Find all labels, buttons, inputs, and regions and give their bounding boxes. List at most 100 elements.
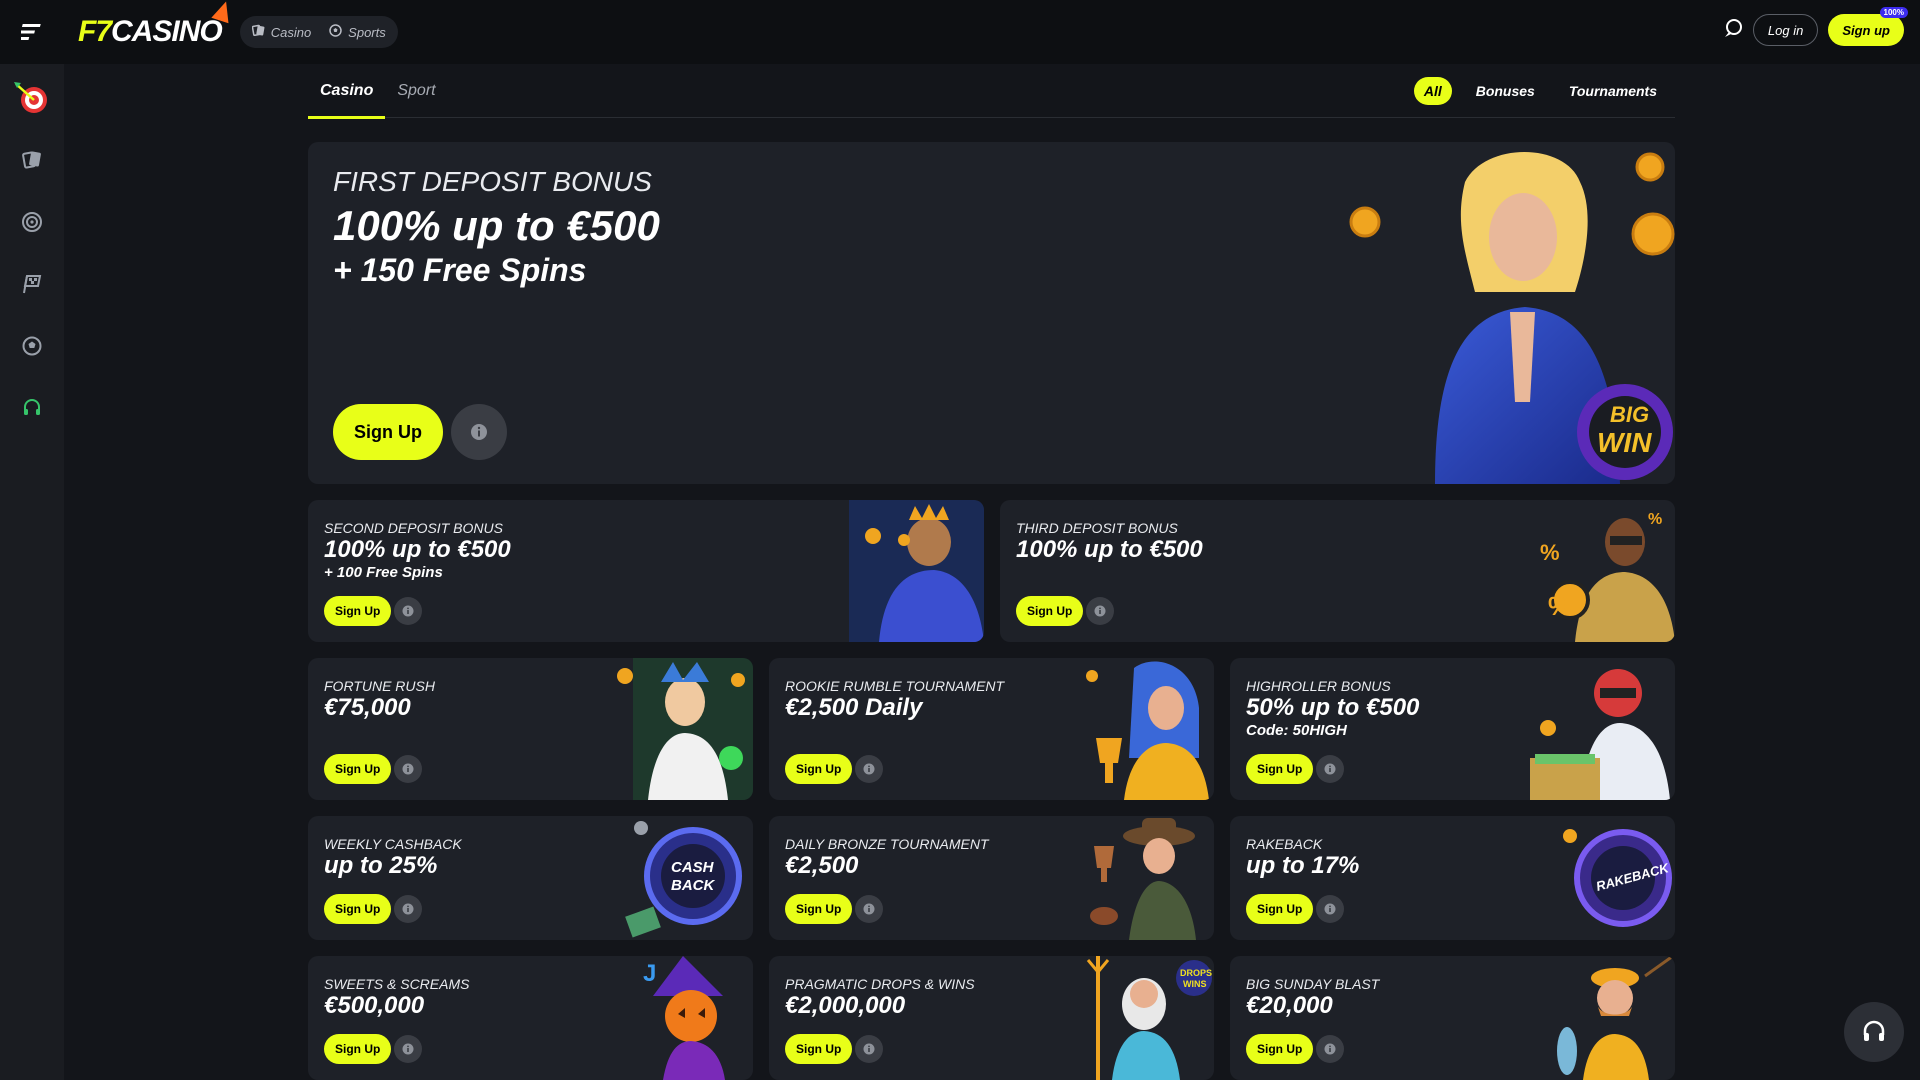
sidebar-item-support[interactable]	[12, 388, 52, 428]
tab-casino[interactable]: Casino	[308, 64, 386, 119]
info-icon	[863, 1043, 875, 1055]
info-icon	[402, 903, 414, 915]
racing-flag-icon	[23, 275, 42, 294]
card-value: €2,500 Daily	[785, 694, 923, 721]
svg-text:BIG: BIG	[1610, 402, 1649, 427]
card-info-button[interactable]	[394, 895, 422, 923]
sidebar-item-sports[interactable]	[12, 326, 52, 366]
sidebar	[0, 64, 64, 1080]
zeus-character-illustration: DROPS WINS	[1086, 956, 1212, 1080]
card-title: ROOKIE RUMBLE TOURNAMENT	[785, 678, 1005, 694]
card-signup-button[interactable]: Sign Up	[324, 1034, 392, 1064]
info-icon	[863, 763, 875, 775]
card-signup-button[interactable]: Sign Up	[1246, 754, 1314, 784]
svg-text:%: %	[1648, 511, 1662, 528]
card-info-button[interactable]	[1316, 1035, 1344, 1063]
promo-card-daily-bronze: DAILY BRONZE TOURNAMENT €2,500 Sign Up	[769, 816, 1214, 940]
logo-f7: F7	[78, 15, 112, 48]
sidebar-item-racing[interactable]	[12, 264, 52, 304]
filter-tournaments[interactable]: Tournaments	[1559, 77, 1667, 105]
card-value: €20,000	[1246, 992, 1333, 1019]
card-title: WEEKLY CASHBACK	[324, 836, 462, 852]
mode-sports[interactable]: Sports	[323, 19, 392, 45]
live-support-button[interactable]	[1844, 1002, 1904, 1062]
sidebar-item-live-casino[interactable]	[12, 202, 52, 242]
card-signup-button[interactable]: Sign Up	[1016, 596, 1084, 626]
filter-bonuses[interactable]: Bonuses	[1466, 77, 1545, 105]
card-signup-button[interactable]: Sign Up	[324, 596, 392, 626]
card-info-button[interactable]	[394, 597, 422, 625]
info-icon	[402, 605, 414, 617]
card-info-button[interactable]	[855, 755, 883, 783]
card-value: €500,000	[324, 992, 425, 1019]
card-info-button[interactable]	[1086, 597, 1114, 625]
svg-text:DROPS: DROPS	[1180, 968, 1212, 978]
dart-target-icon	[14, 82, 47, 113]
card-value: €75,000	[324, 694, 411, 721]
menu-icon[interactable]	[0, 0, 64, 64]
svg-text:WINS: WINS	[1183, 979, 1207, 989]
promo-filters: All Bonuses Tournaments	[1413, 77, 1667, 105]
svg-text:J: J	[643, 960, 656, 987]
mode-casino[interactable]: Casino	[246, 19, 317, 45]
sidebar-item-casino[interactable]	[12, 140, 52, 180]
card-info-button[interactable]	[1316, 895, 1344, 923]
mode-casino-label: Casino	[270, 24, 312, 40]
sidebar-item-promotions[interactable]	[12, 78, 52, 118]
card-signup-button[interactable]: Sign Up	[1246, 1034, 1314, 1064]
logo-casino: CASINO	[111, 0, 235, 49]
card-value: €2,500	[785, 852, 859, 879]
mode-sports-label: Sports	[348, 24, 386, 40]
pumpkin-witch-illustration: J	[643, 956, 725, 1080]
svg-text:BACK: BACK	[671, 877, 715, 894]
promo-card-big-sunday-blast: BIG SUNDAY BLAST €20,000 Sign Up	[1230, 956, 1675, 1080]
card-info-button[interactable]	[394, 755, 422, 783]
card-title: SWEETS & SCREAMS	[324, 976, 470, 992]
info-icon	[863, 903, 875, 915]
card-title: DAILY BRONZE TOURNAMENT	[785, 836, 989, 852]
card-title: BIG SUNDAY BLAST	[1246, 976, 1380, 992]
cowgirl-character-illustration	[1090, 818, 1196, 940]
tab-sport[interactable]: Sport	[385, 64, 447, 118]
svg-text:CASH: CASH	[671, 859, 715, 876]
hero-signup-button[interactable]: Sign Up	[333, 404, 443, 460]
card-value: €2,000,000	[785, 992, 906, 1019]
card-info-button[interactable]	[855, 1035, 883, 1063]
promo-card-rakeback: RAKEBACK up to 17% Sign Up RAKEBACK	[1230, 816, 1675, 940]
card-sub: + 100 Free Spins	[324, 564, 443, 581]
king-character-illustration	[849, 500, 984, 642]
hero-info-button[interactable]	[451, 404, 507, 460]
card-signup-button[interactable]: Sign Up	[785, 754, 853, 784]
chat-icon[interactable]	[1723, 18, 1743, 43]
info-icon	[402, 1043, 414, 1055]
card-signup-button[interactable]: Sign Up	[1246, 894, 1314, 924]
card-signup-button[interactable]: Sign Up	[324, 894, 392, 924]
card-signup-button[interactable]: Sign Up	[324, 754, 392, 784]
promo-card-second-deposit: SECOND DEPOSIT BONUS 100% up to €500 + 1…	[308, 500, 984, 642]
joker-character-illustration	[617, 658, 753, 800]
card-signup-button[interactable]: Sign Up	[785, 894, 853, 924]
card-info-button[interactable]	[855, 895, 883, 923]
promo-card-fortune-rush: FORTUNE RUSH €75,000 Sign Up	[308, 658, 753, 800]
promo-card-sweets-screams: SWEETS & SCREAMS €500,000 Sign Up J	[308, 956, 753, 1080]
rakeback-chip-illustration: RAKEBACK	[1563, 829, 1672, 927]
info-icon	[1094, 605, 1106, 617]
card-signup-button[interactable]: Sign Up	[785, 1034, 853, 1064]
filter-all[interactable]: All	[1413, 77, 1452, 105]
card-info-button[interactable]	[394, 1035, 422, 1063]
roulette-icon	[22, 212, 42, 232]
headset-icon	[1863, 1020, 1885, 1041]
brand-logo[interactable]: F7 CASINO	[78, 0, 235, 49]
card-title: FORTUNE RUSH	[324, 678, 435, 694]
top-bar: F7 CASINO Casino Sports Log in Sign up 1…	[0, 0, 1920, 64]
promo-card-third-deposit: THIRD DEPOSIT BONUS 100% up to €500 Sign…	[1000, 500, 1675, 642]
signup-button[interactable]: Sign up 100%	[1828, 7, 1908, 46]
card-value: 100% up to €500	[1016, 536, 1203, 563]
card-title: HIGHROLLER BONUS	[1246, 678, 1391, 694]
card-info-button[interactable]	[1316, 755, 1344, 783]
info-icon	[1324, 763, 1336, 775]
hero-title: FIRST DEPOSIT BONUS	[333, 166, 652, 197]
hero-value: 100% up to €500	[333, 202, 660, 249]
cards-icon	[251, 24, 265, 40]
login-button[interactable]: Log in	[1752, 14, 1819, 46]
